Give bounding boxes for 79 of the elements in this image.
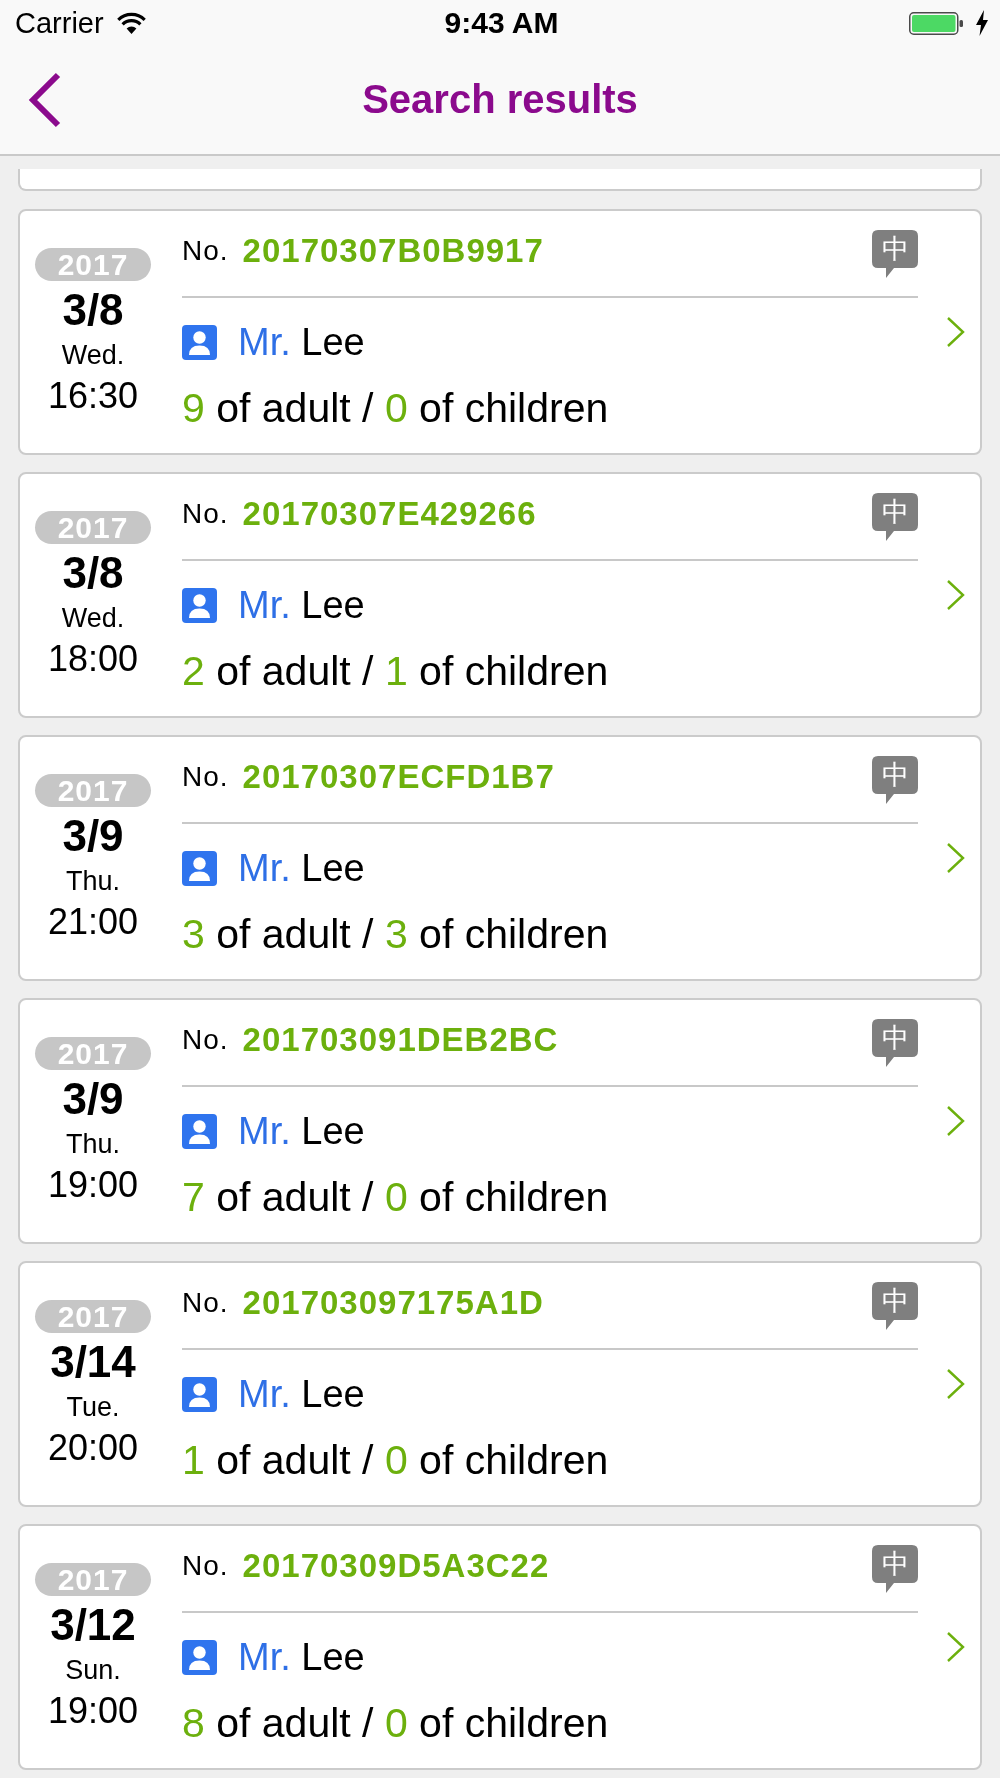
language-badge: 中 [872,1019,918,1067]
weekday: Thu. [66,865,120,897]
year-badge: 2017 [35,1300,151,1333]
person-icon [182,1113,217,1149]
page-title: Search results [362,76,638,123]
booking-time: 16:30 [47,376,139,416]
back-icon [27,72,63,128]
year-badge: 2017 [35,1563,151,1596]
battery-icon [909,11,963,35]
person-icon [182,1376,217,1412]
order-number-label: No. [182,1549,229,1583]
order-number: 20170307E429266 [242,494,537,534]
weekday: Wed. [61,339,125,371]
booking-date: 3/8 [62,287,124,333]
guest-count: 1 of adult / 0 of children [182,1436,610,1484]
year-badge: 2017 [35,511,151,544]
customer-name: Mr. Lee [238,846,365,890]
person-icon [182,850,217,886]
chevron-icon [946,1368,966,1400]
chevron-icon [946,1105,966,1137]
guest-count: 3 of adult / 3 of children [182,910,610,958]
wifi-icon [116,12,146,34]
booking-time: 20:00 [47,1428,139,1468]
booking-date: 3/8 [62,550,124,596]
customer-name: Mr. Lee [238,583,365,627]
language-badge: 中 [872,1545,918,1593]
charging-icon [976,10,988,36]
year-badge: 2017 [35,248,151,281]
result-card[interactable]: 2017 3/9 Thu. 21:00 No. 20170307ECFD1B7 中 Mr. Lee 3 of adult / 3 of children [18,735,982,981]
result-card[interactable]: 2017 3/12 Sun. 19:00 No. 20170309D5A3C22 中 Mr. Lee 8 of adult / 0 of children [18,1524,982,1770]
order-number-label: No. [182,234,229,268]
weekday: Wed. [61,602,125,634]
chevron-icon [946,579,966,611]
customer-name: Mr. Lee [238,320,365,364]
result-card[interactable]: 2017 3/9 Thu. 19:00 No. 201703091DEB2BC 中 Mr. Lee 7 of adult / 0 of children [18,998,982,1244]
result-card[interactable]: 2017 3/8 Wed. 16:30 No. 20170307B0B9917 中 Mr. Lee 9 of adult / 0 of children [18,209,982,455]
language-badge: 中 [872,756,918,804]
result-card[interactable]: 2017 3/8 Wed. 18:00 No. 20170307E429266 中 Mr. Lee 2 of adult / 1 of children [18,472,982,718]
clock-time: 9:43 AM [444,6,559,40]
guest-count: 9 of adult / 0 of children [182,384,610,432]
booking-time: 19:00 [47,1691,139,1731]
language-badge: 中 [872,493,918,541]
customer-name: Mr. Lee [238,1635,365,1679]
person-icon [182,1639,217,1675]
chevron-icon [946,316,966,348]
booking-time: 19:00 [47,1165,139,1205]
order-number: 20170307ECFD1B7 [242,757,555,797]
order-number-label: No. [182,760,229,794]
chevron-icon [946,842,966,874]
booking-time: 18:00 [47,639,139,679]
booking-date: 3/9 [62,813,124,859]
language-badge: 中 [872,230,918,278]
customer-name: Mr. Lee [238,1109,365,1153]
guest-count: 2 of adult / 1 of children [182,647,610,695]
order-number: 201703091DEB2BC [242,1020,559,1060]
booking-time: 21:00 [47,902,139,942]
order-number-label: No. [182,1023,229,1057]
order-number: 20170307B0B9917 [242,231,544,271]
order-number-label: No. [182,1286,229,1320]
booking-date: 3/12 [50,1602,136,1648]
language-badge: 中 [872,1282,918,1330]
booking-date: 3/14 [50,1339,136,1385]
carrier-name: Carrier [15,6,104,40]
order-number-label: No. [182,497,229,531]
year-badge: 2017 [35,1037,151,1070]
weekday: Tue. [66,1391,120,1423]
person-icon [182,324,217,360]
guest-count: 7 of adult / 0 of children [182,1173,610,1221]
booking-date: 3/9 [62,1076,124,1122]
chevron-icon [946,1631,966,1663]
order-number: 20170309D5A3C22 [242,1546,550,1586]
weekday: Thu. [66,1128,120,1160]
result-card[interactable]: 2017 3/14 Tue. 20:00 No. 201703097175A1D 中 Mr. Lee 1 of adult / 0 of children [18,1261,982,1507]
year-badge: 2017 [35,774,151,807]
customer-name: Mr. Lee [238,1372,365,1416]
order-number: 201703097175A1D [242,1283,544,1323]
guest-count: 8 of adult / 0 of children [182,1699,610,1747]
person-icon [182,587,217,623]
weekday: Sun. [65,1654,121,1686]
